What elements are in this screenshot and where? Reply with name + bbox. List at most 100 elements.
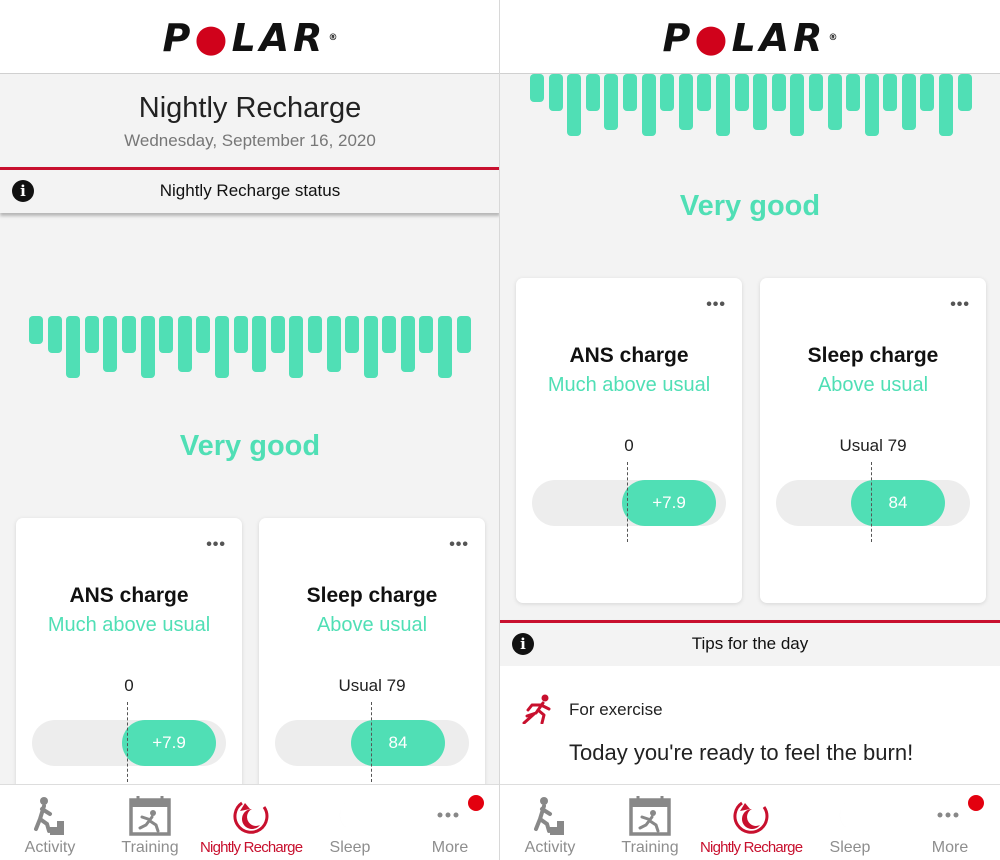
tip-category: For exercise [569,700,663,719]
nav-item-sleep[interactable]: Sleep [300,785,400,860]
page-title: Nightly Recharge [138,92,362,124]
recharge-bar [548,74,563,111]
recharge-bar [901,74,916,130]
recharge-bar [604,74,619,130]
recharge-bar [121,316,136,353]
training-calendar-icon [129,796,171,836]
card-subtitle: Much above usual [47,614,211,636]
bottom-navigation: Activity Training Nightly Recharge Sleep… [500,784,1000,860]
nav-item-activity[interactable]: Activity [0,785,100,860]
reference-label: 0 [624,436,634,455]
recharge-bar [660,74,675,111]
card-title: ANS charge [569,344,689,367]
recharge-verdict: Very good [679,190,821,222]
recharge-bar [419,316,434,353]
recharge-bar [84,316,99,353]
nightly-recharge-status-bar[interactable]: Nightly Recharge status i [0,167,499,213]
nav-item-training[interactable]: Training [100,785,200,860]
recharge-bar [29,316,43,344]
notification-badge [968,795,984,811]
recharge-bar [827,74,842,130]
recharge-bar [289,316,304,378]
recharge-bar [622,74,637,111]
status-bar-label: Nightly Recharge status [159,181,341,200]
recharge-bar [307,316,322,353]
info-icon[interactable]: i [512,633,534,655]
activity-stairs-icon [34,797,64,835]
recharge-bar [697,74,712,111]
recharge-verdict: Very good [179,430,321,462]
sleep-charge-card[interactable]: ••• Sleep charge Above usual Usual 79 84 [760,278,986,603]
tips-bar-label: Tips for the day [691,634,809,653]
tip-card[interactable]: For exercise Today you're ready to feel … [500,666,1000,784]
recharge-bar [382,316,397,353]
nav-item-activity[interactable]: Activity [500,785,600,860]
training-calendar-icon [629,796,671,836]
recharge-bar [456,316,471,353]
moon-icon [339,799,358,832]
card-subtitle: Above usual [316,614,428,636]
reference-label: Usual 79 [338,676,406,695]
recharge-bar [326,316,341,372]
recharge-bar [753,74,768,130]
nav-label: Sleep [829,839,871,856]
reference-line [871,462,872,542]
recharge-bars [29,316,475,378]
screen-right: P●LAR ® Very good ••• ANS charge Much abo… [500,0,1000,860]
charge-value-pill: 84 [851,480,945,526]
card-menu-icon[interactable]: ••• [449,537,469,553]
recharge-bar [159,316,174,353]
polar-logo: P●LAR ® [662,16,838,60]
sleep-charge-card[interactable]: ••• Sleep charge Above usual Usual 79 84 [259,518,485,818]
card-menu-icon[interactable]: ••• [950,297,970,313]
nav-item-training[interactable]: Training [600,785,700,860]
recharge-bar [214,316,229,378]
app-header: P●LAR ® [500,0,1000,74]
recharge-bar [939,74,954,136]
nav-item-nightly-recharge[interactable]: Nightly Recharge [700,785,803,860]
nav-item-more[interactable]: More [900,785,1000,860]
ans-charge-card[interactable]: ••• ANS charge Much above usual 0 +7.9 [16,518,242,818]
more-dots-icon [937,812,959,818]
recharge-bar [196,316,211,353]
nav-item-more[interactable]: More [400,785,499,860]
recharge-bar [790,74,805,136]
nav-label: More [431,839,469,856]
nav-label: Training [621,839,679,856]
nav-label: Nightly Recharge [700,839,803,856]
recharge-bar [66,316,81,378]
screen-left: P●LAR ® Nightly Recharge Wednesday, Septe… [0,0,500,860]
ans-charge-card[interactable]: ••• ANS charge Much above usual 0 +7.9 [516,278,742,603]
recharge-bar [734,74,749,111]
polar-logo: P●LAR ® [162,16,338,60]
recharge-bar [363,316,378,378]
recharge-bar [771,74,786,111]
recharge-bars [530,74,976,136]
info-icon[interactable]: i [12,180,34,202]
recharge-bar [920,74,935,111]
recharge-bar [567,74,582,136]
nav-item-nightly-recharge[interactable]: Nightly Recharge [200,785,303,860]
nav-item-sleep[interactable]: Sleep [800,785,900,860]
nav-label: Training [121,839,179,856]
nav-label: More [931,839,969,856]
nightly-recharge-icon [733,801,769,834]
card-title: Sleep charge [306,584,438,607]
recharge-bar [233,316,248,353]
recharge-bar [177,316,192,372]
card-title: ANS charge [69,584,189,607]
recharge-bar [808,74,823,111]
recharge-bar [846,74,861,111]
charge-value-pill: 84 [351,720,445,766]
recharge-bar [47,316,62,353]
recharge-bar [140,316,155,378]
card-subtitle: Much above usual [547,374,711,396]
recharge-bar [270,316,285,353]
tips-for-the-day-bar[interactable]: Tips for the day i [500,620,1000,666]
charge-value-pill: +7.9 [622,480,716,526]
charge-value-pill: +7.9 [122,720,216,766]
nav-label: Activity [524,839,576,856]
card-menu-icon[interactable]: ••• [706,297,726,313]
card-menu-icon[interactable]: ••• [206,537,226,553]
more-dots-icon [437,812,459,818]
